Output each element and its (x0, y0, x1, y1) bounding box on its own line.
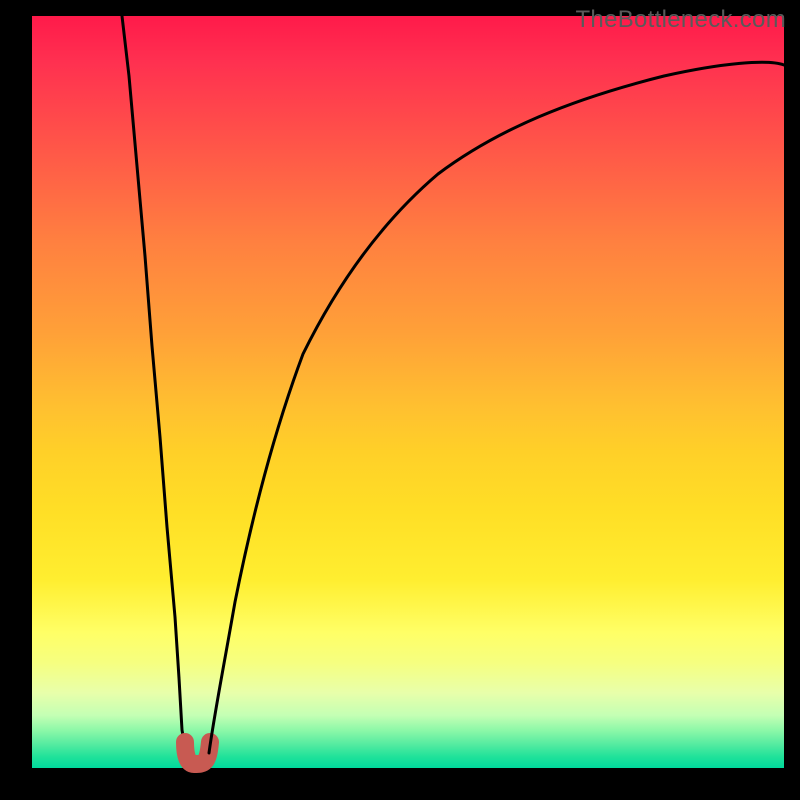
chart-frame: TheBottleneck.com (0, 0, 800, 800)
curve-minimum-nub (185, 742, 210, 764)
watermark-text: TheBottleneck.com (575, 6, 786, 34)
curve-left-arm (122, 16, 186, 753)
curve-right-arm (209, 62, 784, 753)
bottleneck-curve (32, 16, 784, 768)
